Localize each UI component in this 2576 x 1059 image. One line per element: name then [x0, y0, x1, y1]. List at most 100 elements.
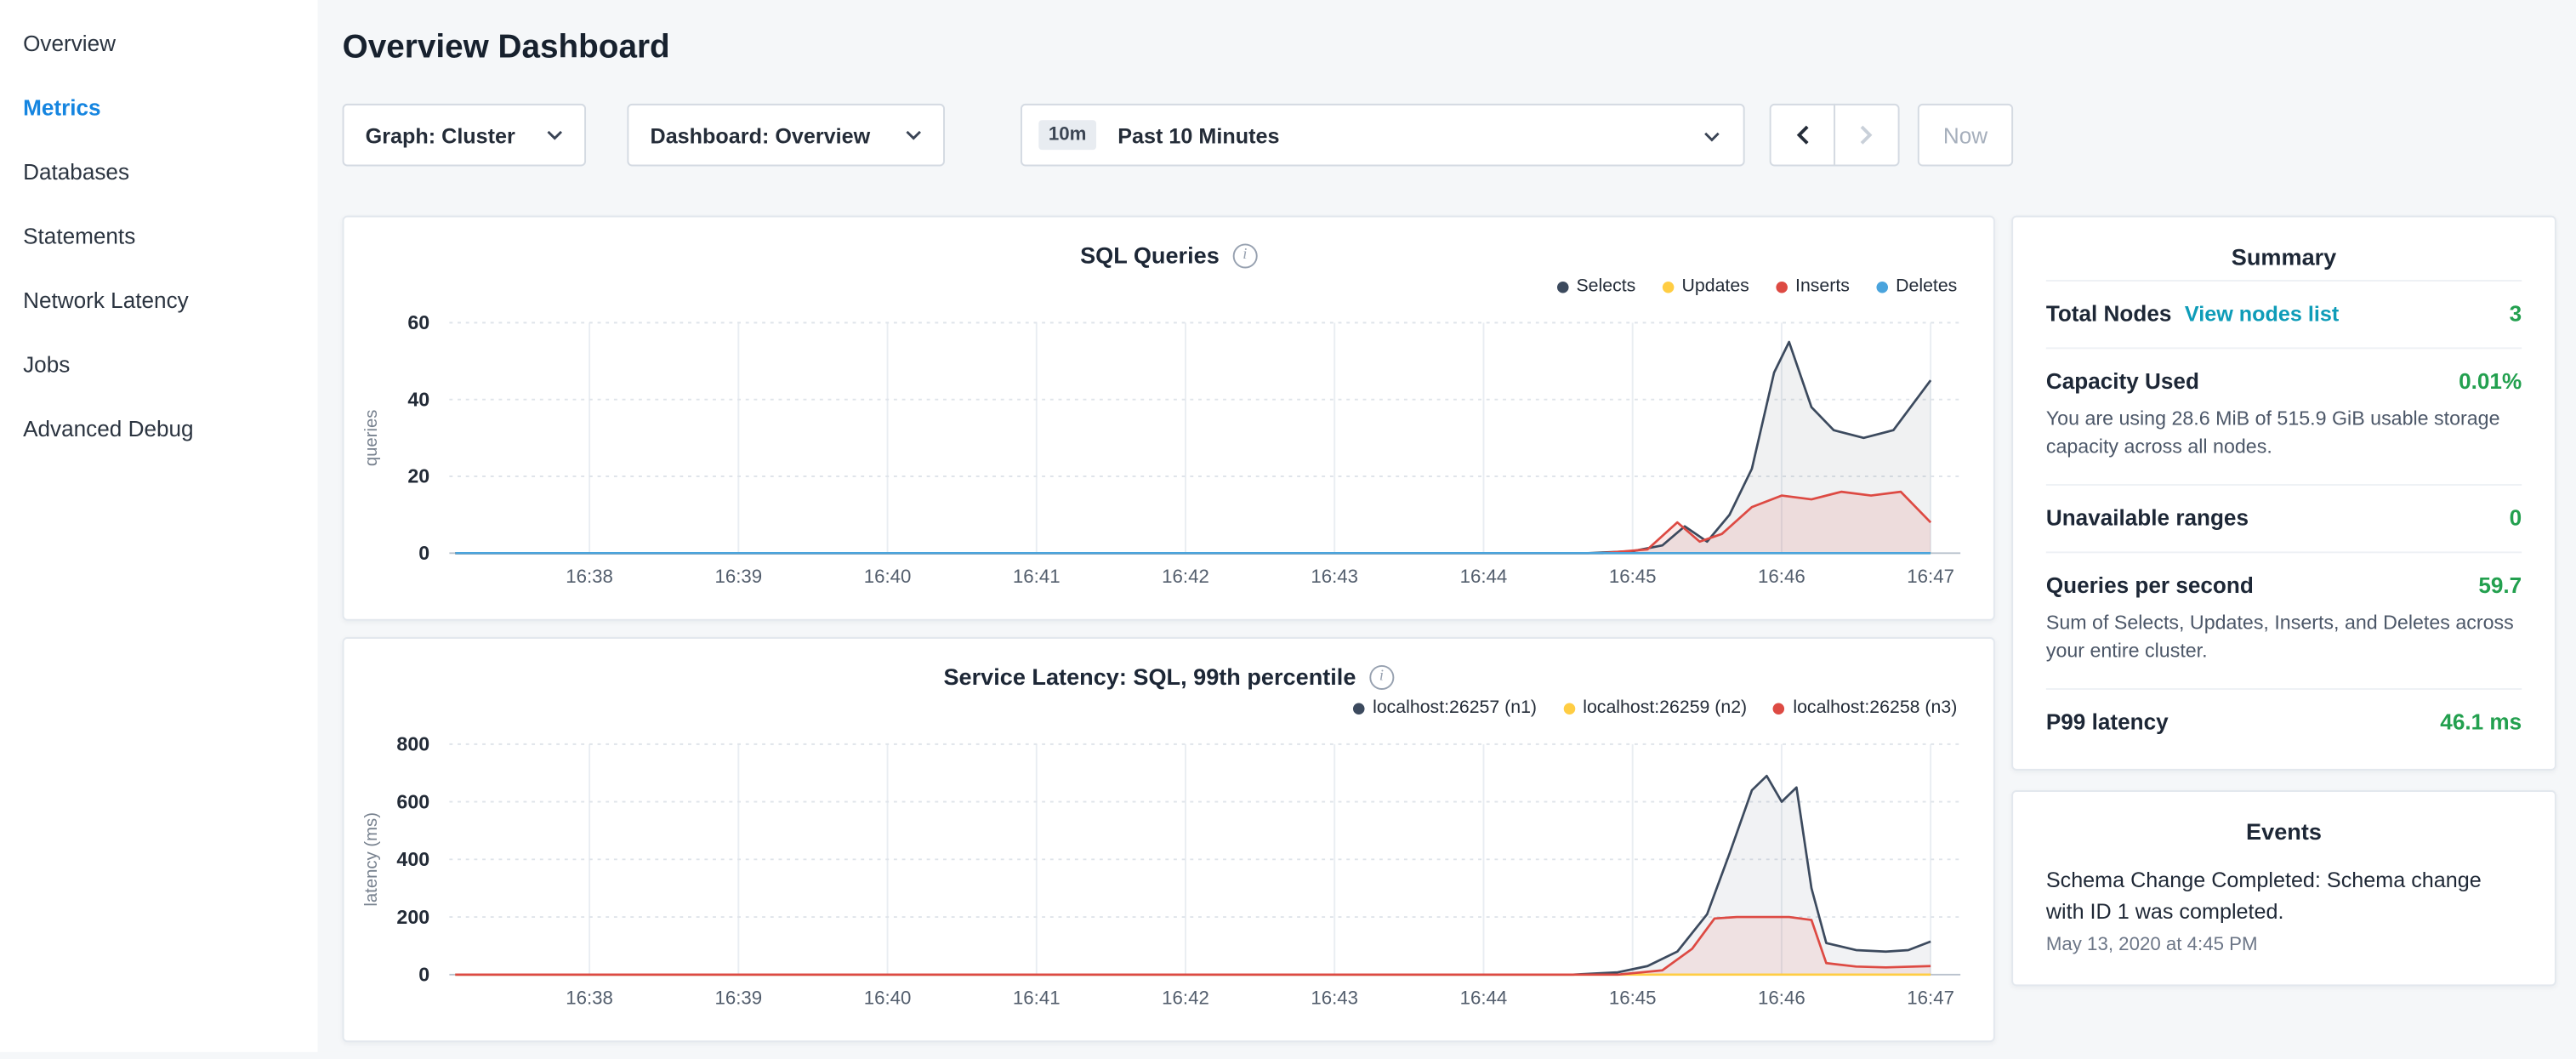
events-panel: Events Schema Change Completed: Schema c… — [2011, 789, 2556, 985]
x-axis-tick-label: 16:41 — [1013, 566, 1061, 587]
service-latency-chart-panel: Service Latency: SQL, 99th percentile i … — [343, 637, 1995, 1042]
summary-row-p99-latency: P99 latency 46.1 ms — [2046, 687, 2522, 754]
legend-label: localhost:26258 (n3) — [1793, 698, 1957, 718]
summary-value: 46.1 ms — [2440, 709, 2522, 733]
x-axis-tick-label: 16:47 — [1907, 566, 1954, 587]
x-axis-tick-label: 16:38 — [566, 988, 613, 1009]
x-axis-tick-label: 16:40 — [864, 988, 912, 1009]
summary-value: 59.7 — [2478, 572, 2522, 597]
info-icon[interactable]: i — [1369, 664, 1394, 689]
toolbar: Graph: Cluster Dashboard: Overview 10m P… — [343, 104, 2556, 167]
info-icon[interactable]: i — [1232, 242, 1257, 267]
x-axis-tick-label: 16:43 — [1311, 988, 1358, 1009]
x-axis-tick-label: 16:43 — [1311, 566, 1358, 587]
event-timestamp: May 13, 2020 at 4:45 PM — [2046, 935, 2522, 954]
legend-label: Selects — [1576, 276, 1635, 296]
x-axis-tick-label: 16:42 — [1162, 988, 1209, 1009]
chart-title: Service Latency: SQL, 99th percentile — [943, 663, 1356, 690]
time-forward-button[interactable] — [1834, 104, 1899, 167]
chevron-down-icon — [547, 130, 563, 140]
legend-dot-icon — [1776, 281, 1788, 293]
sidebar-item-databases[interactable]: Databases — [0, 140, 318, 204]
x-axis-tick-label: 16:40 — [864, 566, 912, 587]
charts-column: SQL Queries i Selects Updates Inserts Delet… — [343, 216, 1995, 1059]
x-axis-tick-label: 16:42 — [1162, 566, 1209, 587]
legend-item: localhost:26257 (n1) — [1353, 698, 1537, 718]
summary-label: Unavailable ranges — [2046, 505, 2249, 530]
event-item: Schema Change Completed: Schema change w… — [2046, 854, 2522, 971]
app-root: Overview Metrics Databases Statements Ne… — [0, 0, 2576, 1052]
y-axis-tick-label: 400 — [396, 848, 429, 870]
graph-scope-dropdown[interactable]: Graph: Cluster — [343, 104, 586, 167]
legend-item: Selects — [1556, 276, 1635, 296]
x-axis-tick-label: 16:44 — [1460, 566, 1508, 587]
summary-label: Capacity Used — [2046, 369, 2199, 394]
sidebar-item-metrics[interactable]: Metrics — [0, 76, 318, 139]
legend-item: localhost:26258 (n3) — [1773, 698, 1957, 718]
summary-row-unavailable-ranges: Unavailable ranges 0 — [2046, 484, 2522, 551]
time-range-dropdown[interactable]: 10m Past 10 Minutes — [1021, 104, 1745, 167]
x-axis-tick-label: 16:45 — [1609, 566, 1657, 587]
legend-label: localhost:26259 (n2) — [1583, 698, 1747, 718]
summary-description: You are using 28.6 MiB of 515.9 GiB usab… — [2046, 405, 2522, 462]
chevron-right-icon — [1860, 125, 1873, 145]
events-title: Events — [2046, 817, 2522, 844]
legend-label: Inserts — [1795, 276, 1850, 296]
x-axis-tick-label: 16:46 — [1758, 988, 1805, 1009]
legend-label: Updates — [1682, 276, 1749, 296]
y-axis-tick-label: 200 — [396, 906, 429, 928]
sidebar-item-network-latency[interactable]: Network Latency — [0, 268, 318, 332]
y-axis-tick-label: 800 — [396, 733, 429, 755]
time-back-button[interactable] — [1770, 104, 1835, 167]
graph-scope-label: Graph: Cluster — [366, 122, 515, 147]
page-title: Overview Dashboard — [343, 30, 2556, 68]
series-line — [455, 342, 1931, 553]
legend-label: Deletes — [1896, 276, 1957, 296]
chart-canvas: 020406016:3816:3916:4016:4116:4216:4316:… — [344, 301, 1993, 601]
x-axis-tick-label: 16:41 — [1013, 988, 1061, 1009]
summary-label: Total Nodes — [2046, 301, 2172, 326]
chart-plot: 020406016:3816:3916:4016:4116:4216:4316:… — [344, 301, 1993, 601]
summary-value: 0 — [2510, 505, 2522, 530]
y-axis-tick-label: 60 — [407, 311, 429, 333]
legend-dot-icon — [1773, 702, 1785, 714]
series-area — [455, 492, 1931, 553]
summary-label: Queries per second — [2046, 572, 2254, 597]
chart-canvas: 020040060080016:3816:3916:4016:4116:4216… — [344, 723, 1993, 1022]
sql-queries-chart-panel: SQL Queries i Selects Updates Inserts Delet… — [343, 216, 1995, 621]
time-range-badge: 10m — [1038, 120, 1096, 150]
time-pager — [1770, 104, 1900, 167]
legend-label: localhost:26257 (n1) — [1373, 698, 1537, 718]
sidebar-item-statements[interactable]: Statements — [0, 204, 318, 268]
summary-title: Summary — [2046, 243, 2522, 270]
series-area — [455, 342, 1931, 553]
sidebar-item-advanced-debug[interactable]: Advanced Debug — [0, 396, 318, 460]
summary-value: 0.01% — [2459, 369, 2522, 394]
legend-dot-icon — [1353, 702, 1365, 714]
legend-item: localhost:26259 (n2) — [1563, 698, 1747, 718]
chevron-down-icon — [1703, 120, 1720, 150]
view-nodes-list-link[interactable]: View nodes list — [2185, 301, 2339, 326]
x-axis-tick-label: 16:38 — [566, 566, 613, 587]
main-content: Overview Dashboard Graph: Cluster Dashbo… — [318, 0, 2576, 1052]
sidebar-item-overview[interactable]: Overview — [0, 12, 318, 76]
chart-title: SQL Queries — [1080, 242, 1220, 269]
dashboard-dropdown[interactable]: Dashboard: Overview — [627, 104, 945, 167]
chart-plot: 020040060080016:3816:3916:4016:4116:4216… — [344, 723, 1993, 1022]
y-axis-tick-label: 40 — [407, 388, 429, 410]
legend-item: Inserts — [1776, 276, 1850, 296]
summary-row-queries-per-second: Queries per second 59.7 Sum of Selects, … — [2046, 551, 2522, 687]
x-axis-tick-label: 16:39 — [714, 988, 762, 1009]
event-text: Schema Change Completed: Schema change w… — [2046, 863, 2522, 927]
dashboard-label: Dashboard: Overview — [651, 122, 871, 147]
now-button[interactable]: Now — [1918, 104, 2013, 167]
y-axis-tick-label: 0 — [418, 542, 429, 564]
chart-legend: localhost:26257 (n1) localhost:26259 (n2)… — [344, 690, 1993, 720]
legend-item: Updates — [1662, 276, 1749, 296]
chevron-left-icon — [1796, 125, 1809, 145]
legend-dot-icon — [1556, 281, 1568, 293]
y-axis-unit-label: queries — [362, 410, 381, 467]
chart-legend: Selects Updates Inserts Deletes — [344, 268, 1993, 298]
summary-row-capacity-used: Capacity Used 0.01% You are using 28.6 M… — [2046, 347, 2522, 483]
sidebar-item-jobs[interactable]: Jobs — [0, 333, 318, 396]
